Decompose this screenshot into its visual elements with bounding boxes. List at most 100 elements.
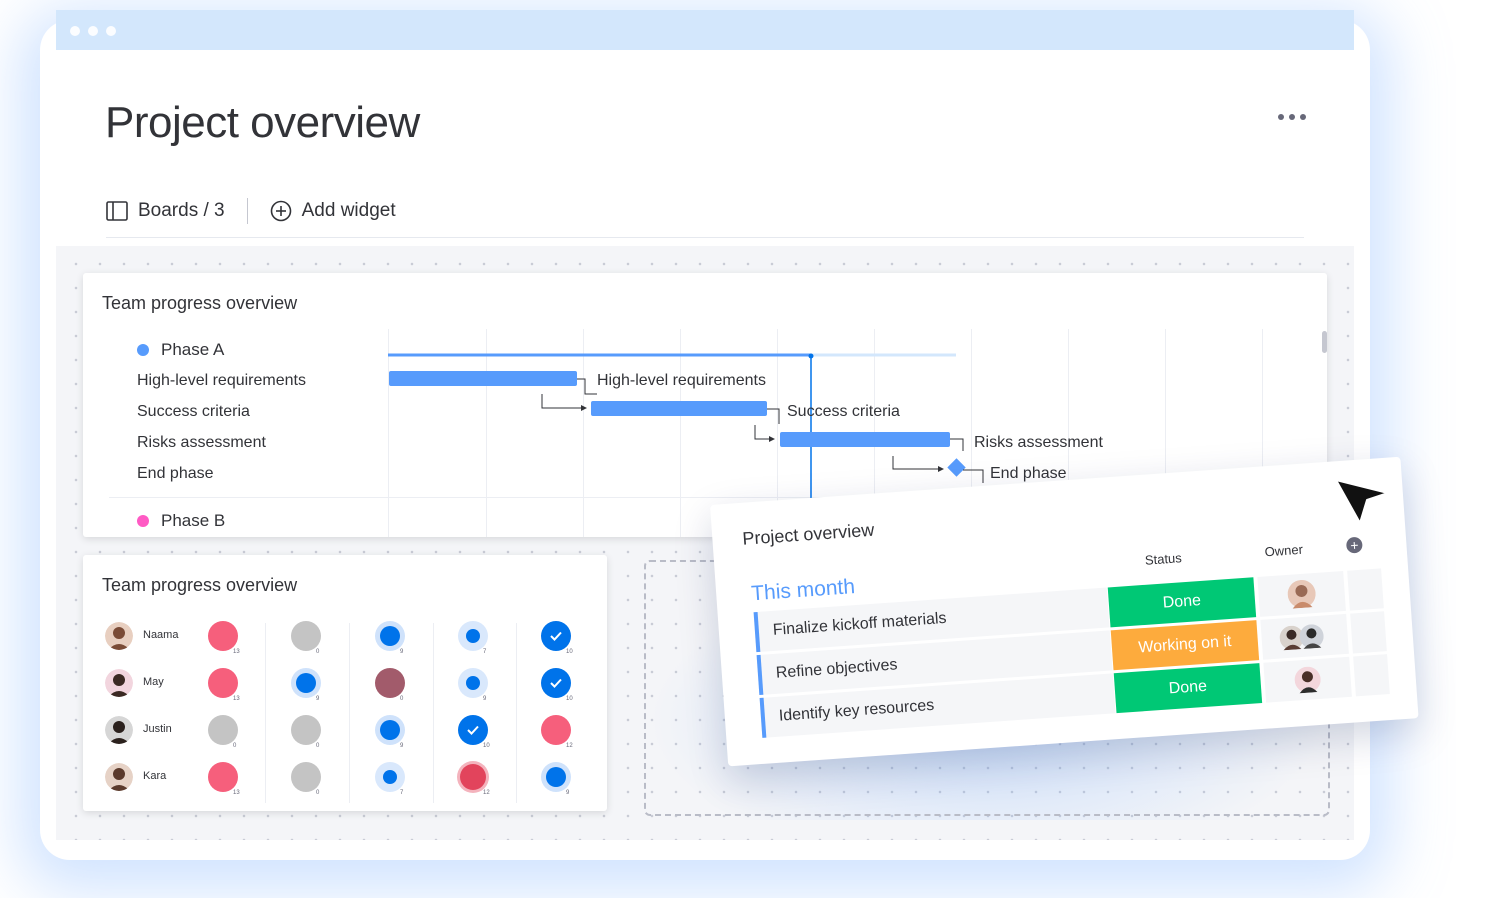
progress-count: 0 <box>400 696 404 702</box>
progress-status-circle[interactable] <box>208 668 238 698</box>
status-cell-done[interactable]: Done <box>1107 577 1257 628</box>
progress-count: 13 <box>233 790 240 796</box>
status-cell-done[interactable]: Done <box>1113 663 1263 714</box>
status-column-header[interactable]: Status <box>1144 550 1182 568</box>
progress-status-circle[interactable] <box>208 762 238 792</box>
group-title[interactable]: This month <box>750 575 855 606</box>
gantt-scrollbar[interactable] <box>1322 331 1327 353</box>
progress-status-circle[interactable] <box>457 761 489 793</box>
gantt-bar-risks <box>780 432 950 447</box>
progress-count: 9 <box>400 649 404 655</box>
progress-count: 0 <box>316 790 320 796</box>
plus-circle-icon <box>270 200 291 222</box>
person-avatar <box>105 669 133 697</box>
check-icon <box>467 725 479 735</box>
progress-status-circle[interactable] <box>291 621 321 651</box>
progress-status-circle[interactable] <box>291 762 321 792</box>
progress-status-circle[interactable] <box>541 762 571 792</box>
progress-status-circle[interactable] <box>375 715 405 745</box>
dashboard-header: Project overview Boards / 3 Add widget <box>56 50 1354 246</box>
owner-cell[interactable] <box>1257 570 1346 617</box>
task-name[interactable]: Refine objectives <box>775 656 898 682</box>
empty-cell[interactable] <box>1350 611 1387 654</box>
progress-column-line <box>433 623 434 803</box>
owner-cell[interactable] <box>1260 613 1349 660</box>
boards-button[interactable]: Boards / 3 <box>106 200 225 222</box>
team-progress-widget[interactable]: Team progress overview Naama 13 0 9 7 10 May 13… <box>83 555 607 811</box>
progress-count: 13 <box>233 696 240 702</box>
progress-column-line <box>349 623 350 803</box>
progress-status-circle[interactable] <box>541 715 571 745</box>
owner-avatar <box>1294 666 1321 694</box>
progress-status-circle[interactable] <box>458 621 488 651</box>
mouse-cursor-icon <box>1335 479 1389 524</box>
progress-count: 9 <box>400 743 404 749</box>
window-dot-minimize[interactable] <box>88 26 98 36</box>
progress-count: 9 <box>483 696 487 702</box>
add-column-icon[interactable]: + <box>1345 536 1363 554</box>
title-bar <box>56 10 1354 50</box>
progress-count: 10 <box>483 743 490 749</box>
dependency-arrow-head <box>938 466 944 472</box>
dependency-arrow-head <box>769 436 775 442</box>
task-name[interactable]: Finalize kickoff materials <box>772 610 947 640</box>
check-icon <box>550 678 562 688</box>
gantt-bracket <box>767 408 780 424</box>
boards-label: Boards / 3 <box>138 200 225 221</box>
person-avatar <box>105 763 133 791</box>
progress-count: 10 <box>566 696 573 702</box>
floating-board-widget[interactable]: Project overview This month Status Owner… <box>710 456 1419 767</box>
owner-column-header[interactable]: Owner <box>1264 542 1303 560</box>
person-avatar <box>105 716 133 744</box>
progress-count: 7 <box>483 649 487 655</box>
progress-count: 7 <box>400 790 404 796</box>
person-name: Justin <box>143 723 172 735</box>
progress-status-circle[interactable] <box>208 621 238 651</box>
progress-status-circle[interactable] <box>375 621 405 651</box>
progress-status-circle[interactable] <box>375 762 405 792</box>
progress-status-circle[interactable] <box>458 715 488 745</box>
progress-status-circle[interactable] <box>291 668 321 698</box>
check-icon <box>550 631 562 641</box>
page-title: Project overview <box>105 98 420 147</box>
progress-status-circle[interactable] <box>541 621 571 651</box>
window-dot-maximize[interactable] <box>106 26 116 36</box>
gantt-bar-label: High-level requirements <box>597 372 766 389</box>
progress-count: 9 <box>566 790 570 796</box>
dependency-arrow <box>892 456 941 470</box>
dependency-arrow-head <box>581 405 587 411</box>
empty-cell[interactable] <box>1347 568 1384 611</box>
add-widget-label: Add widget <box>301 200 396 221</box>
gantt-bracket <box>950 438 964 451</box>
progress-column-line <box>265 623 266 803</box>
progress-count: 12 <box>483 790 490 796</box>
person-name: Naama <box>143 629 179 641</box>
status-cell-working[interactable]: Working on it <box>1110 620 1260 671</box>
progress-widget-title: Team progress overview <box>102 575 298 595</box>
toolbar-divider <box>246 198 248 224</box>
board-icon <box>106 201 128 221</box>
person-name: Kara <box>143 770 167 782</box>
progress-status-circle[interactable] <box>458 668 488 698</box>
dashboard-toolbar: Boards / 3 Add widget <box>106 196 396 226</box>
owner-avatar <box>1299 624 1324 649</box>
empty-cell[interactable] <box>1353 654 1390 697</box>
owner-avatar <box>1287 579 1316 609</box>
task-name[interactable]: Identify key resources <box>778 697 935 726</box>
progress-status-circle[interactable] <box>541 668 571 698</box>
progress-status-circle[interactable] <box>375 668 405 698</box>
more-options-icon[interactable] <box>1278 114 1306 120</box>
progress-status-circle[interactable] <box>291 715 321 745</box>
gantt-bar-label: Success criteria <box>787 403 900 420</box>
add-widget-button[interactable]: Add widget <box>270 200 396 222</box>
owner-cell[interactable] <box>1263 656 1352 703</box>
progress-count: 0 <box>316 649 320 655</box>
progress-status-circle[interactable] <box>208 715 238 745</box>
today-marker-dot <box>808 353 814 359</box>
gantt-bracket <box>963 469 984 483</box>
gantt-bar-label: Risks assessment <box>974 434 1103 451</box>
header-divider <box>106 237 1304 238</box>
gantt-bar-success-criteria <box>591 401 767 416</box>
person-avatar <box>105 622 133 650</box>
window-dot-close[interactable] <box>70 26 80 36</box>
